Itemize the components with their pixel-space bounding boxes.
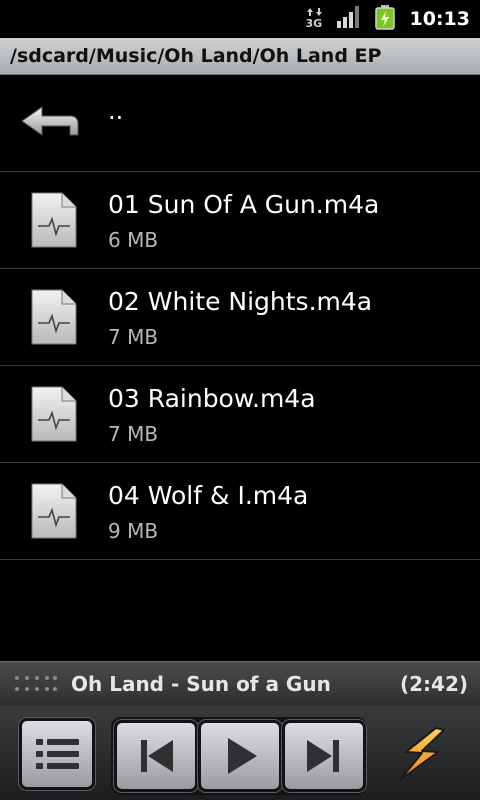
path-bar: /sdcard/Music/Oh Land/Oh Land EP (0, 38, 480, 75)
status-icons: 3G 10:13 (306, 0, 470, 38)
playlist-button[interactable] (19, 718, 95, 790)
current-path: /sdcard/Music/Oh Land/Oh Land EP (10, 45, 382, 67)
file-row[interactable]: 04 Wolf & I.m4a 9 MB (0, 463, 480, 560)
now-playing-title: Oh Land - Sun of a Gun (71, 672, 331, 696)
file-list: .. 01 Sun Of A Gun.m4a 6 MB 02 White Nig… (0, 75, 480, 560)
file-size: 7 MB (108, 422, 159, 446)
previous-button[interactable] (114, 720, 198, 792)
file-row[interactable]: 01 Sun Of A Gun.m4a 6 MB (0, 172, 480, 269)
file-size: 9 MB (108, 519, 159, 543)
file-name: 04 Wolf & I.m4a (108, 481, 309, 510)
winamp-bolt-icon[interactable] (392, 722, 452, 788)
data-activity-icon: 3G (306, 6, 324, 32)
battery-charging-icon (374, 4, 396, 34)
file-size: 7 MB (108, 325, 159, 349)
file-name: 03 Rainbow.m4a (108, 384, 316, 413)
network-type-label: 3G (305, 17, 323, 30)
file-row[interactable]: 03 Rainbow.m4a 7 MB (0, 366, 480, 463)
playback-controls (0, 706, 480, 800)
clock: 10:13 (409, 8, 470, 30)
file-size: 6 MB (108, 228, 159, 252)
play-button[interactable] (198, 720, 282, 792)
parent-directory-label: .. (108, 97, 124, 125)
file-name: 01 Sun Of A Gun.m4a (108, 190, 380, 219)
drag-handle-icon[interactable] (14, 674, 58, 694)
back-arrow-icon (20, 105, 82, 141)
signal-icon (336, 5, 362, 33)
status-bar: 3G 10:13 (0, 0, 480, 38)
audio-file-icon (28, 192, 80, 248)
audio-file-icon (28, 483, 80, 539)
audio-file-icon (28, 386, 80, 442)
now-playing-bar[interactable]: Oh Land - Sun of a Gun (2:42) (0, 661, 480, 706)
next-button[interactable] (282, 720, 366, 792)
audio-file-icon (28, 289, 80, 345)
file-name: 02 White Nights.m4a (108, 287, 373, 316)
parent-directory-row[interactable]: .. (0, 75, 480, 172)
file-row[interactable]: 02 White Nights.m4a 7 MB (0, 269, 480, 366)
now-playing-duration: (2:42) (399, 672, 468, 696)
